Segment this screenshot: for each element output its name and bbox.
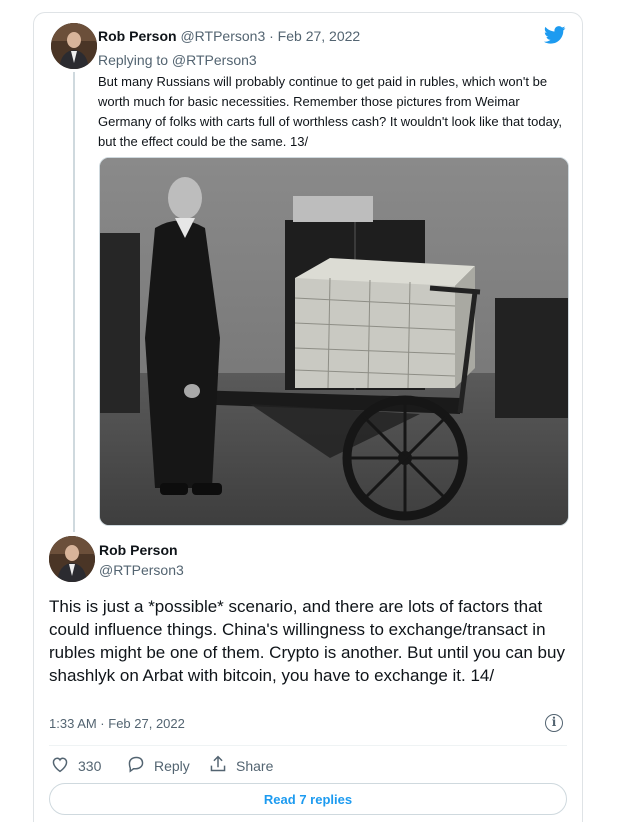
- share-icon: [208, 755, 228, 776]
- reply-label: Reply: [154, 757, 190, 774]
- like-button[interactable]: 330: [50, 755, 101, 776]
- heart-icon: [50, 755, 70, 776]
- author-name[interactable]: Rob Person: [98, 28, 177, 44]
- thread-connector: [73, 72, 75, 532]
- reply-button[interactable]: Reply: [126, 755, 190, 776]
- tweet-timestamp[interactable]: 1:33 AM · Feb 27, 2022: [49, 716, 185, 731]
- reply-bubble-icon: [126, 755, 146, 776]
- author-line: Rob Person @RTPerson3 · Feb 27, 2022: [98, 28, 360, 44]
- tweet-date[interactable]: · Feb 27, 2022: [269, 28, 360, 44]
- share-button[interactable]: Share: [208, 755, 273, 776]
- tweet-photo[interactable]: [99, 157, 569, 526]
- divider: [49, 745, 567, 746]
- tweet-text: This is just a *possible* scenario, and …: [49, 597, 565, 685]
- tweet-text: But many Russians will probably continue…: [98, 74, 562, 149]
- like-count: 330: [78, 757, 102, 774]
- avatar[interactable]: [49, 536, 95, 582]
- twitter-bird-icon[interactable]: [543, 26, 566, 49]
- avatar[interactable]: [51, 23, 97, 69]
- info-icon[interactable]: i: [545, 714, 563, 732]
- author-name-text[interactable]: Rob Person: [99, 542, 178, 558]
- replying-to[interactable]: Replying to @RTPerson3: [98, 52, 257, 68]
- author-handle[interactable]: @RTPerson3: [180, 28, 265, 44]
- author-name[interactable]: Rob Person: [99, 542, 178, 558]
- read-replies-button[interactable]: Read 7 replies: [49, 783, 567, 815]
- author-handle[interactable]: @RTPerson3: [99, 562, 184, 578]
- share-label: Share: [236, 757, 274, 774]
